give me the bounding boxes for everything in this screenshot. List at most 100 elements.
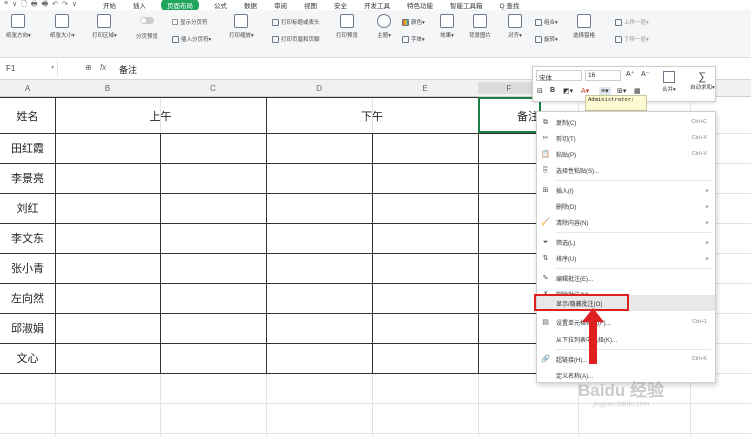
- print-area-button[interactable]: 打印区域▾: [92, 14, 117, 39]
- context-menu: ⧉ 复制(C) Ctrl+C ✂ 剪切(T) Ctrl+X 📋 粘贴(P) Ct…: [536, 111, 716, 383]
- menu-icon[interactable]: ≡: [4, 0, 8, 11]
- colors-icon: [402, 18, 409, 26]
- tab-insert[interactable]: 插入: [131, 0, 148, 10]
- page-break-preview-button[interactable]: 分页预览: [136, 14, 158, 40]
- group-button[interactable]: 组合▾: [535, 18, 558, 26]
- menu-item-insert[interactable]: ⊞ 插入(I) ▸: [537, 182, 715, 198]
- increase-font-icon[interactable]: A⁺: [626, 70, 634, 78]
- menu-item-paste[interactable]: 📋 粘贴(P) Ctrl+V: [537, 146, 715, 162]
- tab-developer[interactable]: 开发工具: [362, 0, 392, 10]
- orientation-button[interactable]: 纸张方向▾: [6, 14, 31, 39]
- cell-format-icon[interactable]: ▦: [634, 87, 641, 95]
- align-center-icon[interactable]: ≡▾: [599, 87, 611, 95]
- name-cell[interactable]: 李文东: [0, 230, 55, 246]
- header-afternoon[interactable]: 下午: [266, 108, 478, 124]
- name-box[interactable]: F1 ▾: [2, 61, 58, 76]
- send-backward-icon: [615, 35, 622, 43]
- paper-size-button[interactable]: 纸张大小▾: [50, 14, 75, 39]
- autosum-button[interactable]: ∑ 自动求和▾: [690, 71, 715, 91]
- tab-home[interactable]: 开始: [101, 0, 118, 10]
- colors-button[interactable]: 颜色▾: [402, 18, 425, 26]
- tab-view[interactable]: 视图: [302, 0, 319, 10]
- bold-button[interactable]: B: [550, 87, 555, 94]
- comment-box[interactable]: Administrator:: [585, 95, 647, 111]
- align-button[interactable]: 对齐▾: [508, 14, 522, 39]
- borders-icon[interactable]: ⊞▾: [617, 87, 626, 95]
- watermark-url: jingyan.baidu.com: [593, 401, 650, 408]
- print-scale-button[interactable]: 打印缩放▾: [229, 14, 254, 39]
- effects-button[interactable]: 效果▾: [440, 14, 454, 39]
- background-image-button[interactable]: 背景图片: [469, 14, 491, 39]
- header-morning[interactable]: 上午: [55, 108, 266, 124]
- column-header-e[interactable]: E: [372, 84, 478, 93]
- chevron-down-icon[interactable]: ▾: [51, 64, 54, 71]
- header-name[interactable]: 姓名: [0, 108, 55, 124]
- menu-item-edit-comment[interactable]: ✎ 编辑批注(E)...: [537, 270, 715, 286]
- name-cell[interactable]: 张小青: [0, 260, 55, 276]
- insert-icon: ⊞: [542, 186, 549, 194]
- menu-item-pick-from-list[interactable]: 从下拉列表中选择(K)...: [537, 331, 715, 347]
- name-cell[interactable]: 邱淑娟: [0, 320, 55, 336]
- show-page-break-checkbox[interactable]: 显示分页符: [172, 18, 208, 26]
- menu-item-filter[interactable]: ⏷ 筛选(L) ▸: [537, 234, 715, 250]
- fx-icon[interactable]: fx: [100, 63, 106, 72]
- redo-icon[interactable]: ↷: [62, 0, 68, 11]
- group-icon: [535, 18, 542, 26]
- menu-item-clear-contents[interactable]: 🧹 清除内容(N) ▸: [537, 214, 715, 230]
- print-titles-button[interactable]: 打印标题或表头: [272, 18, 320, 26]
- fonts-button[interactable]: 字体▾: [402, 35, 425, 43]
- theme-button[interactable]: 主题▾: [377, 14, 391, 39]
- menu-item-cut[interactable]: ✂ 剪切(T) Ctrl+X: [537, 130, 715, 146]
- tab-review[interactable]: 审阅: [272, 0, 289, 10]
- border-style-icon[interactable]: ⊟: [537, 87, 543, 95]
- fill-color-icon[interactable]: ◩▾: [563, 87, 573, 95]
- send-backward-button[interactable]: 下移一层▾: [615, 35, 649, 43]
- theme-icon: [377, 14, 391, 28]
- menu-item-hyperlink[interactable]: 🔗 超链接(H)... Ctrl+K: [537, 351, 715, 367]
- font-name-select[interactable]: 宋体: [536, 70, 582, 82]
- rotate-button[interactable]: 旋转▾: [535, 35, 558, 43]
- name-cell[interactable]: 刘红: [0, 200, 55, 216]
- menu-item-delete[interactable]: 删除(D) ▸: [537, 198, 715, 214]
- undo-icon[interactable]: ↶: [52, 0, 58, 11]
- name-cell[interactable]: 田红霞: [0, 140, 55, 156]
- print-icon[interactable]: 🖶: [31, 0, 38, 11]
- insert-page-break-button[interactable]: 插入分页符▾: [172, 35, 211, 43]
- selection-pane-button[interactable]: 选择窗格: [573, 14, 595, 39]
- bring-forward-button[interactable]: 上移一层▾: [615, 18, 649, 26]
- tab-formulas[interactable]: 公式: [212, 0, 229, 10]
- menu-item-copy[interactable]: ⧉ 复制(C) Ctrl+C: [537, 114, 715, 130]
- decrease-font-icon[interactable]: A⁻: [641, 70, 649, 78]
- print-preview-button[interactable]: 打印预览: [336, 14, 358, 39]
- tab-data[interactable]: 数据: [242, 0, 259, 10]
- menu-item-sort[interactable]: ⇅ 排序(U) ▸: [537, 250, 715, 266]
- save-icon[interactable]: 🗋: [21, 0, 27, 11]
- font-size-select[interactable]: 16: [585, 70, 621, 81]
- zoom-icon[interactable]: ⊕: [85, 63, 92, 72]
- name-cell[interactable]: 左向然: [0, 290, 55, 306]
- format-cells-icon: ▤: [542, 318, 549, 326]
- customize-icon[interactable]: ∨: [72, 0, 77, 11]
- font-color-icon[interactable]: A▾: [581, 87, 589, 95]
- formula-content[interactable]: 备注: [119, 63, 137, 76]
- quick-access-toolbar: ≡ ∨ 🗋 🖶 🖷 ↶ ↷ ∨: [0, 0, 77, 11]
- name-cell[interactable]: 李景亮: [0, 170, 55, 186]
- column-header-b[interactable]: B: [55, 84, 160, 93]
- dropdown-icon[interactable]: ∨: [12, 0, 17, 11]
- menu-item-paste-special[interactable]: ⎘ 选择性粘贴(S)...: [537, 162, 715, 178]
- submenu-arrow-icon: ▸: [705, 255, 709, 262]
- tab-security[interactable]: 安全: [332, 0, 349, 10]
- column-header-d[interactable]: D: [266, 84, 372, 93]
- name-cell[interactable]: 文心: [0, 350, 55, 366]
- menu-item-format-cells[interactable]: ▤ 设置单元格格式(F)... Ctrl+1: [537, 314, 715, 330]
- column-header-a[interactable]: A: [0, 84, 55, 93]
- paste-special-icon: ⎘: [542, 166, 549, 174]
- print-preview-icon[interactable]: 🖷: [41, 0, 48, 11]
- merge-button[interactable]: 合并▾: [662, 71, 676, 93]
- column-header-f[interactable]: F: [478, 82, 540, 94]
- tab-search[interactable]: Q 查找: [497, 0, 521, 10]
- column-header-c[interactable]: C: [160, 84, 266, 93]
- header-footer-button[interactable]: 打印页眉和页脚: [272, 35, 320, 43]
- tab-special[interactable]: 特色功能: [405, 0, 435, 10]
- tab-smart-tools[interactable]: 智能工具箱: [448, 0, 485, 10]
